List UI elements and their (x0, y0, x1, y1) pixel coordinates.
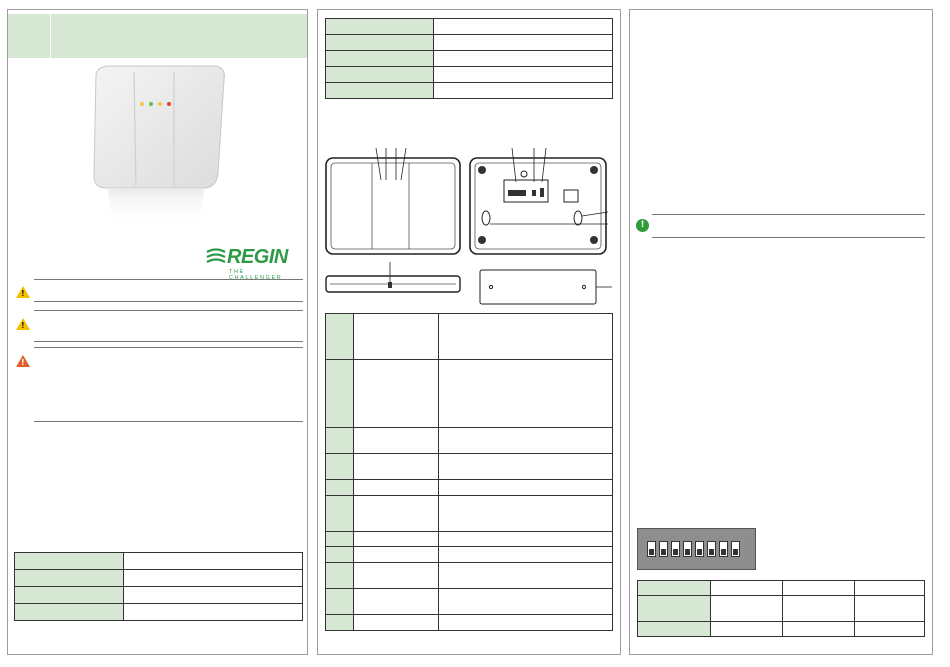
led-1 (140, 102, 144, 106)
table-row (325, 531, 613, 547)
table-row (14, 552, 303, 570)
dip-switch-knob (661, 549, 666, 555)
caution-icon: ! (16, 318, 30, 330)
table-row (325, 359, 613, 428)
dip-switch-knob (697, 549, 702, 555)
dip-switch (637, 528, 756, 570)
danger-top-rule (34, 347, 303, 348)
right-spec-table (637, 580, 925, 637)
table-row (325, 313, 613, 360)
regin-logo: REGIN THE CHALLENGER (205, 246, 295, 281)
led-4 (167, 102, 171, 106)
dip-switch-knob (673, 549, 678, 555)
device-diagram (325, 148, 612, 305)
note-top-rule (652, 214, 925, 215)
dip-switch-position (695, 541, 704, 557)
table-row (325, 82, 613, 99)
table-row (325, 588, 613, 615)
product-image (88, 64, 228, 249)
dip-switch-knob (709, 549, 714, 555)
table-row (325, 427, 613, 454)
table-row (325, 18, 613, 35)
table-row (325, 50, 613, 67)
caution-2-top-rule (34, 310, 303, 311)
middle-spec-table (325, 18, 613, 99)
table-row (325, 453, 613, 480)
table-row (325, 562, 613, 589)
table-row (325, 546, 613, 563)
logo-text: REGIN (227, 246, 288, 268)
table-row (637, 621, 925, 637)
front-view (325, 148, 461, 255)
dip-switch-position (707, 541, 716, 557)
table-row (325, 66, 613, 83)
caution-1-top-rule (34, 279, 303, 280)
regin-swirl-icon (206, 248, 226, 263)
table-row (325, 495, 613, 532)
table-row (14, 569, 303, 587)
dip-switch-position (731, 541, 740, 557)
dip-switch-position (719, 541, 728, 557)
table-row (325, 34, 613, 51)
caution-2-bottom-rule (34, 341, 303, 342)
table-row (637, 595, 925, 622)
header-band (8, 14, 307, 58)
danger-icon: ! (16, 355, 30, 367)
table-row (14, 586, 303, 604)
danger-bottom-rule (34, 421, 303, 422)
dip-switch-position (683, 541, 692, 557)
middle-panel (317, 9, 621, 655)
table-row (325, 614, 613, 631)
table-row (14, 603, 303, 621)
mount-plate (479, 269, 612, 305)
feature-table (325, 313, 613, 631)
dip-switch-knob (721, 549, 726, 555)
rear-view (469, 148, 609, 255)
note-icon: ! (636, 219, 649, 232)
dip-switch-position (671, 541, 680, 557)
left-spec-table (14, 552, 303, 621)
header-divider (50, 14, 51, 58)
dip-switch-knob (685, 549, 690, 555)
dip-switch-position (659, 541, 668, 557)
table-row (637, 580, 925, 596)
dip-switch-knob (733, 549, 738, 555)
note-bottom-rule (652, 237, 925, 238)
led-2 (149, 102, 153, 106)
left-panel: REGIN THE CHALLENGER ! ! ! (7, 9, 308, 655)
dip-switch-position (647, 541, 656, 557)
led-3 (158, 102, 162, 106)
side-view (325, 262, 461, 293)
caution-1-bottom-rule (34, 301, 303, 302)
dip-switch-knob (649, 549, 654, 555)
caution-icon: ! (16, 286, 30, 298)
table-row (325, 479, 613, 496)
right-panel: ! (629, 9, 933, 655)
